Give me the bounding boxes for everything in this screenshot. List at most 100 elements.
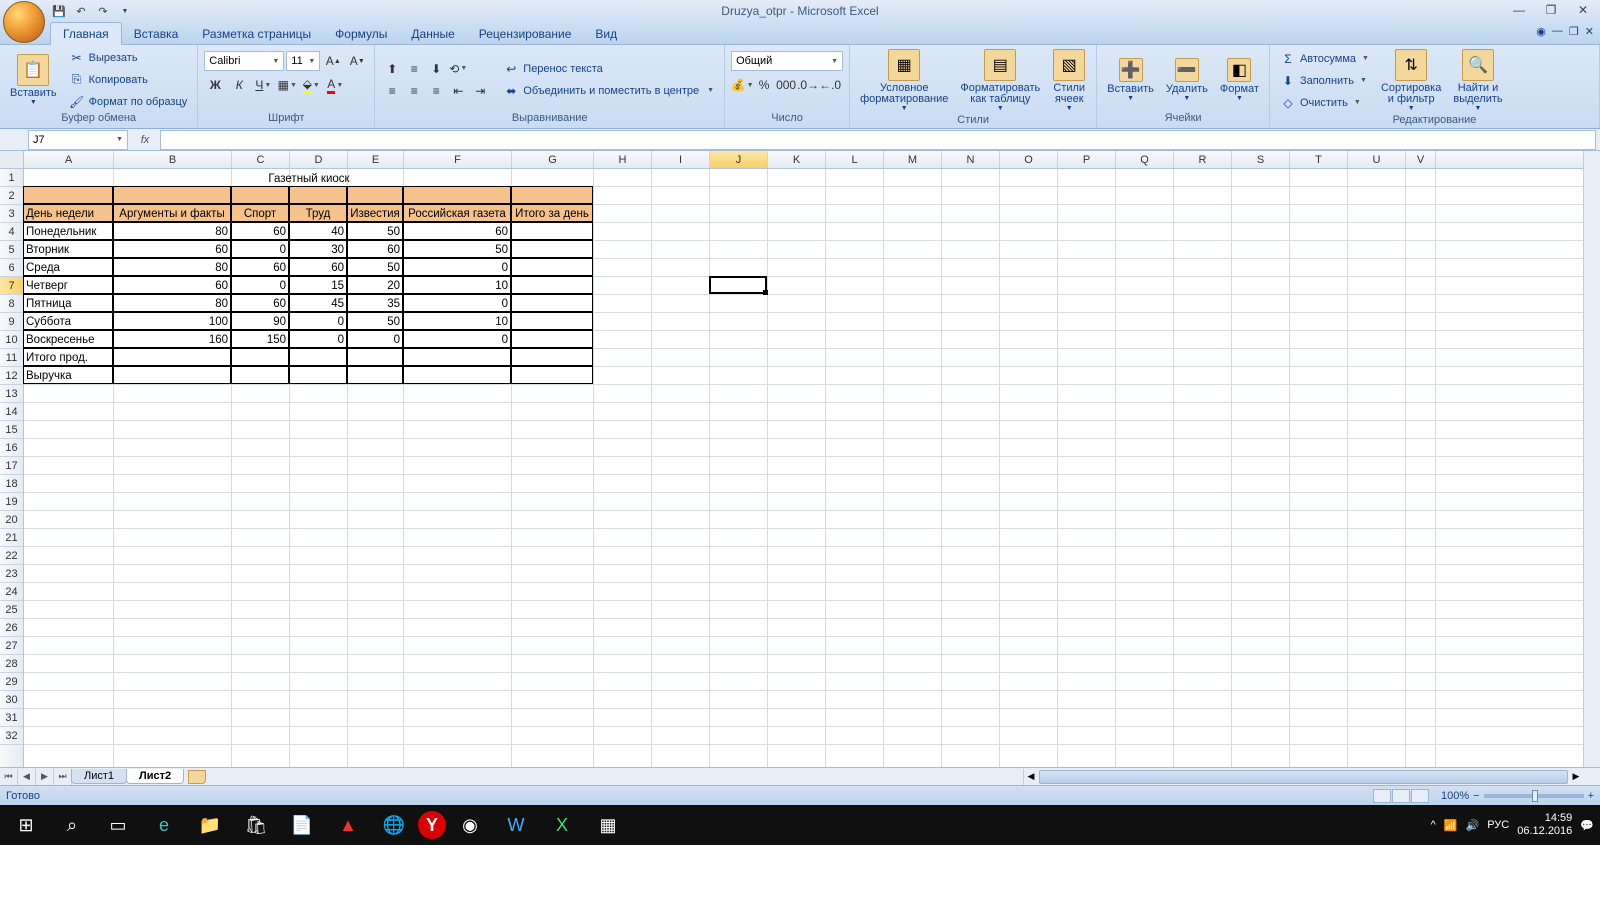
word-icon[interactable]: W — [494, 806, 538, 844]
cell[interactable] — [113, 348, 231, 366]
col-header[interactable]: R — [1174, 151, 1232, 168]
delete-cells-button[interactable]: ➖Удалить▼ — [1162, 56, 1212, 104]
row-header[interactable]: 29 — [0, 673, 23, 691]
active-cell[interactable] — [709, 276, 767, 294]
cell[interactable] — [113, 366, 231, 384]
row-header[interactable]: 3 — [0, 205, 23, 223]
help-icon[interactable]: ◉ — [1536, 25, 1546, 38]
shrink-font-button[interactable]: A▼ — [346, 51, 368, 71]
explorer-icon[interactable]: 📁 — [188, 806, 232, 844]
col-header[interactable]: L — [826, 151, 884, 168]
cell[interactable] — [231, 366, 289, 384]
row-header[interactable]: 5 — [0, 241, 23, 259]
cell[interactable] — [289, 366, 347, 384]
cell[interactable] — [231, 186, 289, 204]
cell[interactable]: 45 — [289, 294, 347, 312]
cell[interactable]: Российская газета — [403, 204, 511, 222]
cell[interactable] — [403, 186, 511, 204]
network-icon[interactable]: 📶 — [1444, 819, 1458, 832]
align-center-button[interactable]: ≡ — [403, 81, 425, 101]
currency-button[interactable]: 💰▼ — [731, 75, 753, 95]
cell[interactable]: Известия — [347, 204, 403, 222]
row-header[interactable]: 24 — [0, 583, 23, 601]
fill-color-button[interactable]: ⬙▼ — [300, 75, 322, 95]
cell[interactable] — [511, 222, 593, 240]
cell[interactable]: Среда — [23, 258, 113, 276]
col-header[interactable]: T — [1290, 151, 1348, 168]
undo-icon[interactable]: ↶ — [72, 2, 90, 20]
cell[interactable]: 0 — [289, 312, 347, 330]
sheet-nav-first-icon[interactable]: ⏮ — [0, 769, 18, 785]
clear-button[interactable]: ◇Очистить▼ — [1276, 93, 1373, 113]
page-break-view-button[interactable] — [1411, 789, 1429, 803]
page-layout-view-button[interactable] — [1392, 789, 1410, 803]
cell[interactable]: Спорт — [231, 204, 289, 222]
cell[interactable] — [289, 186, 347, 204]
globe-icon[interactable]: 🌐 — [372, 806, 416, 844]
tab-Вставка[interactable]: Вставка — [122, 23, 191, 44]
row-header[interactable]: 31 — [0, 709, 23, 727]
tab-Рецензирование[interactable]: Рецензирование — [467, 23, 584, 44]
volume-icon[interactable]: 🔊 — [1466, 819, 1480, 832]
sheet-tab[interactable]: Лист1 — [71, 769, 127, 784]
col-header[interactable]: K — [768, 151, 826, 168]
cell[interactable]: Итого за день — [511, 204, 593, 222]
font-color-button[interactable]: A▼ — [324, 75, 346, 95]
cell[interactable] — [511, 330, 593, 348]
row-header[interactable]: 9 — [0, 313, 23, 331]
cell[interactable]: 50 — [347, 258, 403, 276]
cell[interactable] — [511, 186, 593, 204]
cell[interactable]: Газетный киоск — [24, 169, 594, 187]
fx-icon[interactable]: fx — [134, 130, 156, 150]
cell-styles-button[interactable]: ▧Стили ячеек▼ — [1048, 47, 1090, 114]
cell[interactable]: 80 — [113, 294, 231, 312]
zoom-level[interactable]: 100% — [1441, 790, 1469, 802]
minimize-button[interactable]: — — [1506, 2, 1532, 18]
cell[interactable]: 60 — [113, 240, 231, 258]
row-header[interactable]: 27 — [0, 637, 23, 655]
cell[interactable]: 60 — [347, 240, 403, 258]
sort-filter-button[interactable]: ⇅Сортировка и фильтр▼ — [1377, 47, 1445, 114]
cell[interactable] — [511, 294, 593, 312]
chrome-icon[interactable]: ◉ — [448, 806, 492, 844]
borders-button[interactable]: ▦▼ — [276, 75, 298, 95]
redo-icon[interactable]: ↷ — [94, 2, 112, 20]
cell[interactable] — [403, 366, 511, 384]
cell[interactable]: Труд — [289, 204, 347, 222]
col-header[interactable]: D — [290, 151, 348, 168]
row-header[interactable]: 21 — [0, 529, 23, 547]
formula-input[interactable] — [160, 130, 1596, 150]
sheet-nav-next-icon[interactable]: ▶ — [36, 769, 54, 785]
cell[interactable]: 80 — [113, 222, 231, 240]
row-header[interactable]: 17 — [0, 457, 23, 475]
bold-button[interactable]: Ж — [204, 75, 226, 95]
cell[interactable]: 10 — [403, 276, 511, 294]
row-header[interactable]: 20 — [0, 511, 23, 529]
font-size-box[interactable]: 11▼ — [286, 51, 320, 71]
cell[interactable]: 60 — [231, 222, 289, 240]
align-bottom-button[interactable]: ⬇ — [425, 59, 447, 79]
cell[interactable] — [347, 186, 403, 204]
row-header[interactable]: 30 — [0, 691, 23, 709]
col-header[interactable]: Q — [1116, 151, 1174, 168]
cell[interactable]: 30 — [289, 240, 347, 258]
cell[interactable] — [347, 348, 403, 366]
clock[interactable]: 14:59 06.12.2016 — [1517, 812, 1572, 838]
doc-close-icon[interactable]: ✕ — [1585, 25, 1594, 38]
cell[interactable]: 50 — [403, 240, 511, 258]
tab-Вид[interactable]: Вид — [583, 23, 629, 44]
normal-view-button[interactable] — [1373, 789, 1391, 803]
col-header[interactable]: U — [1348, 151, 1406, 168]
row-header[interactable]: 23 — [0, 565, 23, 583]
select-all-button[interactable] — [0, 151, 24, 169]
cell[interactable]: 100 — [113, 312, 231, 330]
row-headers[interactable]: 1234567891011121314151617181920212223242… — [0, 169, 24, 767]
doc-restore-icon[interactable]: ❐ — [1569, 25, 1579, 38]
start-button[interactable]: ⊞ — [4, 806, 48, 844]
cell[interactable] — [23, 186, 113, 204]
row-header[interactable]: 19 — [0, 493, 23, 511]
paste-button[interactable]: 📋 Вставить ▼ — [6, 52, 61, 108]
col-header[interactable]: E — [348, 151, 404, 168]
row-header[interactable]: 8 — [0, 295, 23, 313]
cell[interactable]: 0 — [403, 294, 511, 312]
